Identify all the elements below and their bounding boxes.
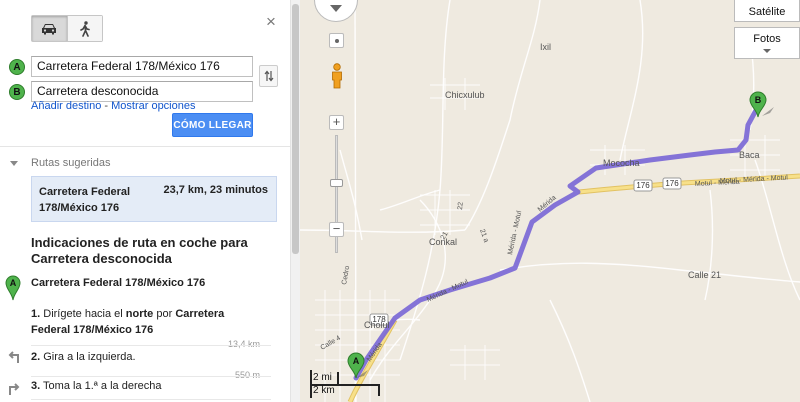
scale-kilometers: 2 km <box>313 385 335 396</box>
satellite-button[interactable]: Satélite <box>734 0 800 22</box>
step-divider <box>31 399 271 400</box>
map-canvas[interactable]: 176 176 178 Ixil Chicxulub Mococha Baca … <box>300 0 800 402</box>
map-label-merida-motul-2: Mérida - Motul <box>426 278 470 303</box>
start-location-name: Carretera Federal 178/México 176 <box>31 277 206 289</box>
origin-pin-letter: A <box>353 356 360 366</box>
destination-marker-icon: B <box>9 84 25 100</box>
link-separator: - <box>101 100 112 112</box>
step-text: por <box>153 308 176 320</box>
step-number: 1. <box>31 308 41 320</box>
step-divider <box>31 376 271 377</box>
walk-icon <box>80 20 90 37</box>
map-label-cedro: Cedro <box>341 265 351 285</box>
divider <box>0 146 290 147</box>
step-text: Dirígete hacia el <box>43 308 126 320</box>
step-number: 2. <box>31 351 41 363</box>
turn-left-icon <box>7 349 21 366</box>
route-name: Carretera Federal 178/México 176 <box>39 186 131 214</box>
panel-scrollbar[interactable] <box>290 0 300 402</box>
step-text: Gira a la izquierda. <box>43 351 136 363</box>
start-marker-icon: A <box>5 275 21 304</box>
get-directions-button[interactable]: CÓMO LLEGAR <box>172 113 253 137</box>
pan-reset-button[interactable] <box>329 33 344 48</box>
road-shield-176-east: 176 <box>665 179 679 188</box>
scrollbar-thumb[interactable] <box>292 4 299 254</box>
chevron-down-icon <box>763 49 771 53</box>
destination-pin-letter: B <box>755 95 762 105</box>
swap-route-button[interactable] <box>259 65 278 87</box>
turn-right-icon <box>7 381 21 398</box>
step-number: 3. <box>31 380 41 392</box>
photos-label: Fotos <box>753 33 781 45</box>
start-marker-letter: A <box>10 278 17 288</box>
show-options-link[interactable]: Mostrar opciones <box>111 100 195 112</box>
map-label-chicxulub: Chicxulub <box>445 90 485 100</box>
step-text: Toma la 1.ª a la derecha <box>43 380 162 392</box>
direction-step-2[interactable]: 2. Gira a la izquierda. <box>31 349 136 365</box>
origin-input[interactable]: Carretera Federal 178/México 176 <box>31 56 253 77</box>
suggested-route-card[interactable]: Carretera Federal 178/México 176 23,7 km… <box>31 176 277 222</box>
zoom-in-button[interactable]: + <box>329 115 344 130</box>
travel-mode-selector <box>31 15 103 42</box>
swap-icon <box>264 70 273 82</box>
step-divider <box>31 345 271 346</box>
map-label-road-22: 22 <box>457 202 465 210</box>
direction-step-1[interactable]: 1. Dirígete hacia el norte por Carretera… <box>31 306 251 338</box>
map-label-ixil: Ixil <box>540 42 551 52</box>
route-summary: 23,7 km, 23 minutos <box>163 184 268 196</box>
map-layer: 176 176 178 Ixil Chicxulub Mococha Baca … <box>300 0 800 402</box>
zoom-slider-thumb[interactable] <box>330 179 343 187</box>
car-icon <box>42 23 57 34</box>
step-bold: norte <box>125 308 154 320</box>
directions-title: Indicaciones de ruta en coche para Carre… <box>31 235 248 266</box>
map-label-mococha: Mococha <box>603 158 640 168</box>
map-scale: 2 mi 2 km <box>310 370 382 398</box>
direction-step-3[interactable]: 3. Toma la 1.ª a la derecha <box>31 378 161 394</box>
map-label-baca: Baca <box>739 150 760 160</box>
photos-dropdown[interactable]: Fotos <box>734 27 800 59</box>
map-label-motul-2: Motul - Mérida - Motul <box>720 174 789 185</box>
road-shield-176-west: 176 <box>636 181 650 190</box>
walk-mode-button[interactable] <box>66 16 102 41</box>
zoom-out-button[interactable]: − <box>329 222 344 237</box>
map-label-calle-4: Calle 4 <box>320 335 342 352</box>
destination-input[interactable]: Carretera desconocida <box>31 81 253 102</box>
add-destination-link[interactable]: Añadir destino <box>31 100 101 112</box>
scale-miles: 2 mi <box>313 372 332 383</box>
map-label-road-21a: 21 a <box>478 228 489 243</box>
step-distance: 550 m <box>234 370 260 380</box>
directions-panel: × A Carretera Federal 178/México 176 B C… <box>0 0 290 402</box>
origin-marker-icon: A <box>9 59 25 75</box>
close-icon[interactable]: × <box>266 13 276 30</box>
route-options-links: Añadir destino - Mostrar opciones <box>31 100 195 112</box>
step-distance: 13,4 km <box>227 339 260 349</box>
collapse-triangle-icon[interactable] <box>10 161 18 166</box>
suggested-routes-heading[interactable]: Rutas sugeridas <box>31 157 111 169</box>
map-label-calle-21: Calle 21 <box>688 270 721 280</box>
car-mode-button[interactable] <box>32 16 67 41</box>
map-label-cholul: Cholul <box>364 320 390 330</box>
